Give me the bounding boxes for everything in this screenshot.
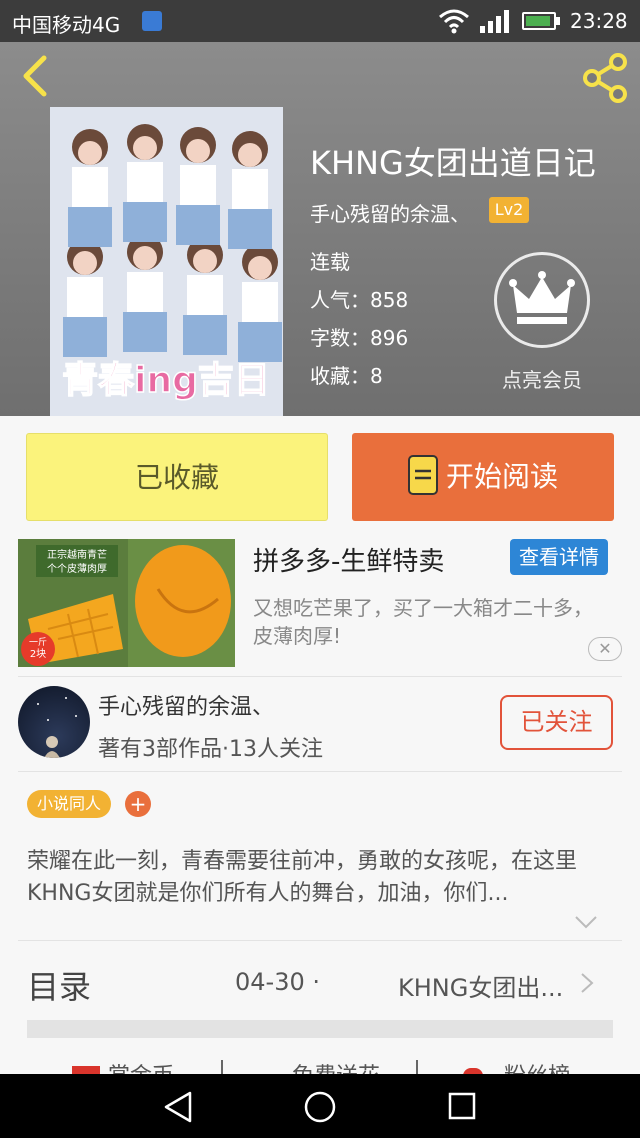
svg-text:一斤: 一斤 [29,637,47,648]
system-nav-bar [0,1074,640,1138]
svg-text:个个皮薄肉厚: 个个皮薄肉厚 [47,562,107,575]
chevron-right-icon[interactable] [580,972,594,994]
crown-icon [509,271,575,324]
wifi-icon [439,9,469,34]
svg-text:2块: 2块 [30,648,46,660]
tag-item[interactable]: 小说同人 [27,790,112,818]
book-popularity: 人气：858 [310,288,409,312]
ad-description[interactable]: 又想吃芒果了，买了一大箱才二十多，皮薄肉厚! [253,594,608,650]
start-reading-button[interactable]: 开始阅读 [352,433,614,521]
share-icon[interactable] [580,52,630,104]
signal-icon [480,10,509,33]
book-word-count: 字数：896 [310,326,409,350]
start-reading-label: 开始阅读 [445,460,558,493]
close-icon[interactable]: ✕ [588,637,622,661]
clock: 23:28 [570,9,628,33]
author-level-badge: Lv2 [489,197,529,223]
ad-title[interactable]: 拼多多-生鲜特卖 [253,541,444,578]
divider [18,771,622,772]
status-bar: 中国移动4G 23:28 [0,0,640,42]
author-stats: 著有3部作品·13人关注 [98,737,323,762]
carrier-label: 中国移动4G [12,13,121,37]
nav-back-icon[interactable] [160,1090,196,1124]
collected-button[interactable]: 已收藏 [26,433,328,521]
add-tag-button[interactable]: + [125,791,151,817]
cover-illustration: 青春ing吉日 [50,107,283,416]
back-arrow-icon[interactable] [18,54,52,98]
toc-label[interactable]: 目录 [27,962,91,1008]
chevron-down-icon[interactable] [574,914,598,930]
vip-badge[interactable] [494,252,590,348]
cover-title-text: 青春ing吉日 [62,360,270,401]
nav-recents-icon[interactable] [447,1091,477,1121]
vip-label[interactable]: 点亮会员 [502,364,582,393]
divider [18,940,622,941]
sim-icon [142,11,162,31]
divider [18,676,622,677]
book-author[interactable]: 手心残留的余温、 [310,198,470,227]
avatar-image [37,697,77,758]
book-description[interactable]: 荣耀在此一刻，青春需要往前冲，勇敢的女孩呢，在这里KHNG女团就是你们所有人的舞… [27,846,613,910]
avatar[interactable] [18,686,90,758]
toc-latest-chapter[interactable]: KHNG女团出... [398,968,563,1003]
mango-illustration: 正宗越南青芒 个个皮薄肉厚 一斤 2块 [18,539,235,667]
toc-update-date: 04-30 · [235,968,320,996]
follow-button[interactable]: 已关注 [500,695,613,750]
book-status: 连载 [310,250,350,274]
book-cover[interactable]: 青春ing吉日 [50,107,283,416]
ad-details-button[interactable]: 查看详情 [510,539,608,575]
section-spacer [27,1020,613,1038]
author-name[interactable]: 手心残留的余温、 [98,689,274,721]
battery-icon [522,12,556,30]
book-favorites: 收藏：8 [310,364,383,388]
ad-image[interactable]: 正宗越南青芒 个个皮薄肉厚 一斤 2块 [18,539,235,667]
nav-home-icon[interactable] [303,1090,337,1124]
book-title: KHNG女团出道日记 [310,144,596,182]
battery-cap [556,17,560,25]
svg-text:正宗越南青芒: 正宗越南青芒 [47,548,107,561]
book-icon [407,455,438,495]
